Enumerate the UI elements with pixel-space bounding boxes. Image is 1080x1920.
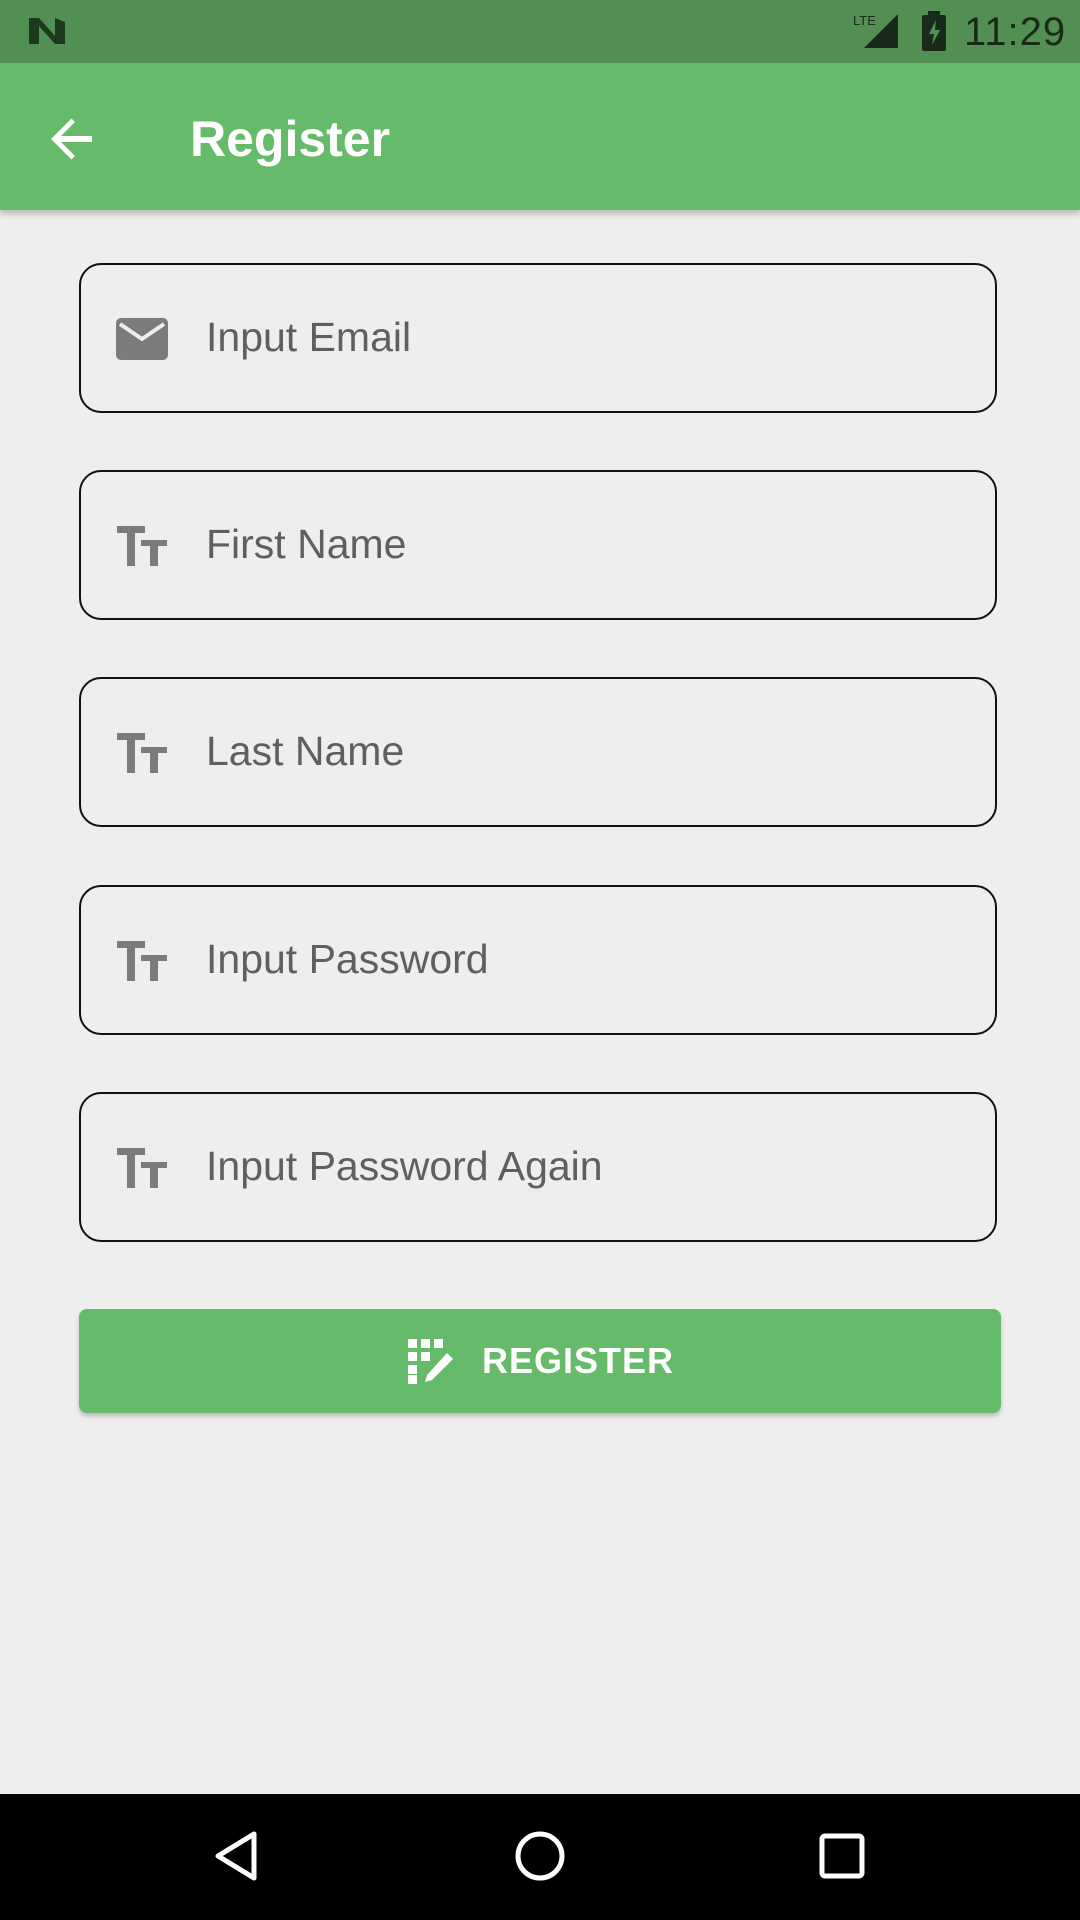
network-label: LTE [853,13,876,28]
lte-signal-icon: LTE [853,13,898,48]
page-title: Register [190,111,391,167]
system-nav-bar [0,1794,1080,1920]
text-fields-icon [117,1148,167,1188]
confirm-password-field[interactable]: Input Password Again [79,1092,997,1242]
first-name-field[interactable]: First Name [79,470,997,620]
n-logo-icon [29,18,65,44]
password-field[interactable]: Input Password [79,885,997,1035]
arrow-back-icon[interactable] [44,111,100,167]
email-icon [116,318,168,360]
nav-home-icon[interactable] [510,1826,570,1886]
email-placeholder: Input Email [206,314,412,360]
battery-charging-icon [922,11,946,51]
confirm-password-placeholder: Input Password Again [206,1143,603,1189]
text-fields-icon [117,526,167,566]
status-time: 11:29 [964,10,1067,54]
nav-back-icon[interactable] [208,1826,268,1886]
app-bar: Register [0,63,1080,210]
text-fields-icon [117,941,167,981]
nav-recents-icon[interactable] [812,1826,872,1886]
register-button-label: REGISTER [481,1340,675,1381]
last-name-field[interactable]: Last Name [79,677,997,827]
app-registration-icon [407,1339,453,1384]
status-bar: LTE 11:29 [0,0,1080,63]
last-name-placeholder: Last Name [206,728,405,774]
password-placeholder: Input Password [206,936,489,982]
text-fields-icon [117,733,167,773]
first-name-placeholder: First Name [206,521,407,567]
register-button[interactable]: REGISTER [79,1309,1001,1413]
email-field[interactable]: Input Email [79,263,997,413]
